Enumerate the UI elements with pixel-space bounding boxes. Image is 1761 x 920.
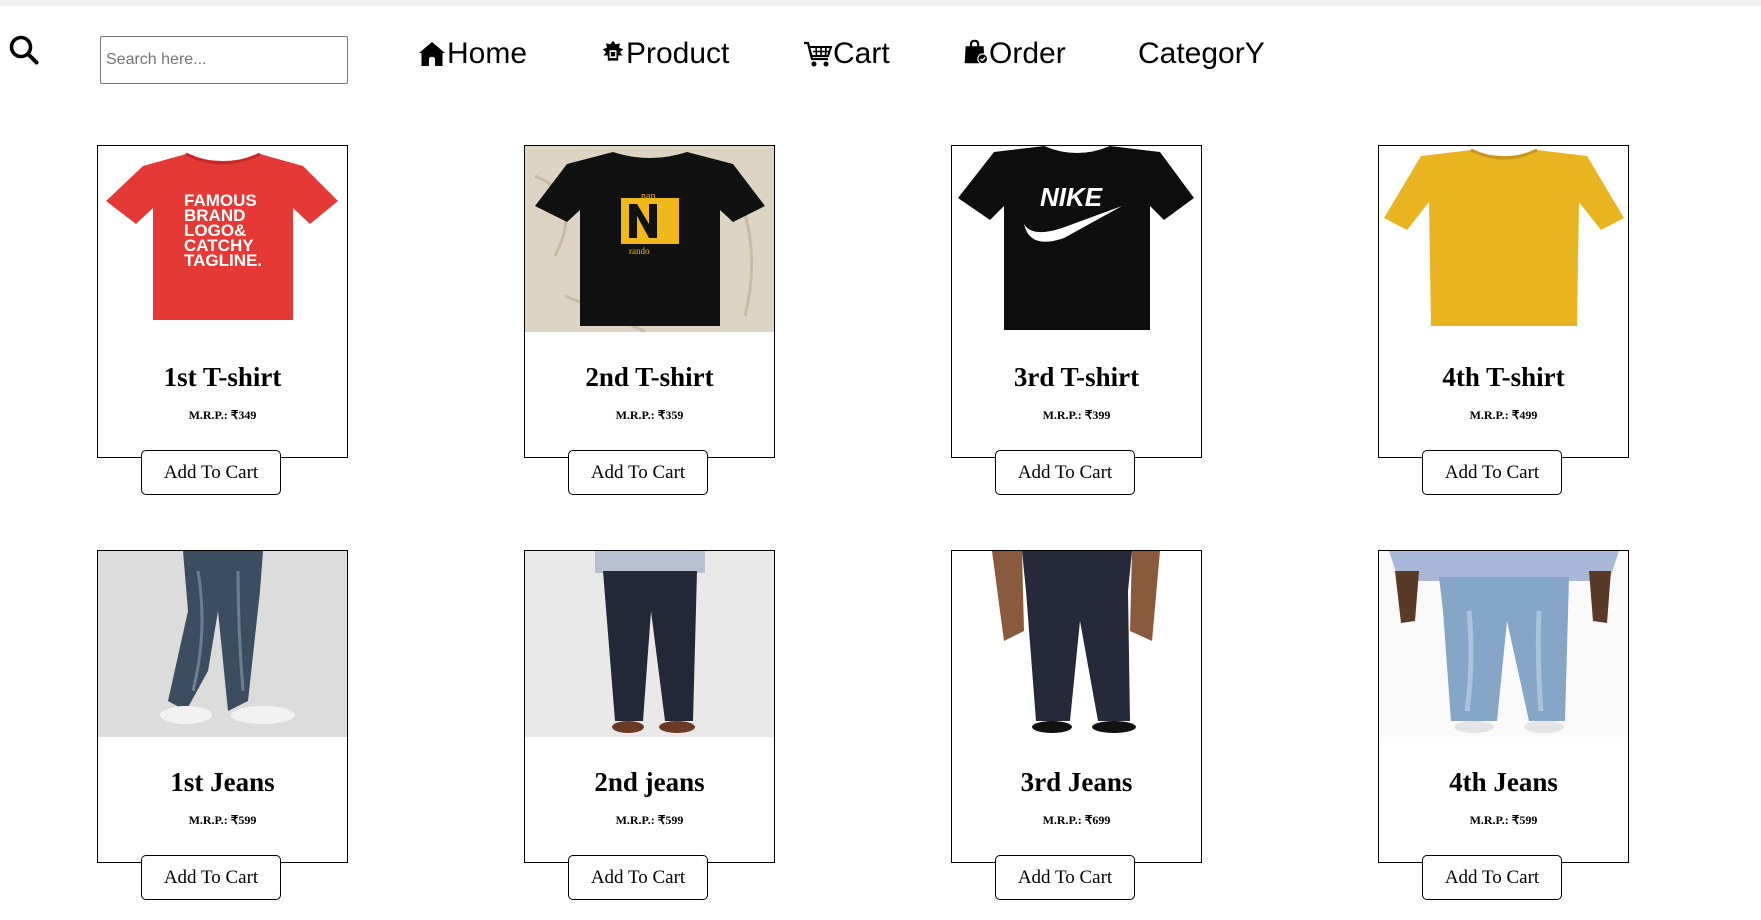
home-icon <box>417 39 447 69</box>
nav-cart-label: Cart <box>833 37 890 70</box>
brand-logo-text: NIKE <box>1040 182 1103 212</box>
add-to-cart-button[interactable]: Add To Cart <box>568 450 708 495</box>
nav-cart[interactable]: Cart <box>803 34 890 74</box>
product-image <box>98 551 347 737</box>
product-image <box>1379 146 1628 332</box>
product-card: FAMOUS BRAND LOGO& CATCHY TAGLINE. 1st T… <box>97 145 348 458</box>
product-icon <box>600 39 626 69</box>
product-image <box>1379 551 1628 737</box>
tshirt-print-line: TAGLINE. <box>184 251 262 270</box>
product-price: M.R.P.: ₹399 <box>1042 408 1111 422</box>
product-name: 3rd Jeans <box>1020 767 1133 797</box>
nav-home-label: Home <box>447 37 528 70</box>
add-to-cart-button[interactable]: Add To Cart <box>995 450 1135 495</box>
search-icon[interactable] <box>8 34 40 66</box>
cart-icon <box>803 39 833 69</box>
add-to-cart-button[interactable]: Add To Cart <box>568 855 708 900</box>
product-price: M.R.P.: ₹599 <box>615 813 684 827</box>
nav-product[interactable]: Product <box>600 34 729 74</box>
product-card: 4th Jeans M.R.P.: ₹599 <box>1378 550 1629 863</box>
product-card: 1st Jeans M.R.P.: ₹599 <box>97 550 348 863</box>
product-name: 4th Jeans <box>1449 767 1558 797</box>
product-card: 2nd jeans M.R.P.: ₹599 <box>524 550 775 863</box>
product-image: nan rando <box>525 146 774 332</box>
nav-product-label: Product <box>626 37 730 70</box>
nav-order-label: Order <box>989 37 1066 70</box>
nav-home[interactable]: Home <box>417 34 527 74</box>
product-image <box>525 551 774 737</box>
nav-category[interactable]: CategorY <box>1138 34 1265 74</box>
shopping-bag-icon <box>962 39 989 69</box>
product-name: 1st Jeans <box>170 767 275 797</box>
product-card: nan rando 2nd T-shirt M.R.P.: ₹359 <box>524 145 775 458</box>
product-name: 3rd T-shirt <box>1013 362 1140 392</box>
product-price: M.R.P.: ₹359 <box>615 408 684 422</box>
product-card: NIKE 3rd T-shirt M.R.P.: ₹399 <box>951 145 1202 458</box>
product-card: 3rd Jeans M.R.P.: ₹699 <box>951 550 1202 863</box>
product-price: M.R.P.: ₹699 <box>1042 813 1111 827</box>
product-price: M.R.P.: ₹499 <box>1469 408 1538 422</box>
nav-order[interactable]: Order <box>962 34 1066 74</box>
search-input[interactable] <box>100 36 348 84</box>
product-card: 4th T-shirt M.R.P.: ₹499 <box>1378 145 1629 458</box>
add-to-cart-button[interactable]: Add To Cart <box>995 855 1135 900</box>
product-image: NIKE <box>952 146 1201 332</box>
product-image: FAMOUS BRAND LOGO& CATCHY TAGLINE. <box>98 146 347 332</box>
logo-text-bottom: rando <box>629 246 650 256</box>
add-to-cart-button[interactable]: Add To Cart <box>141 450 281 495</box>
logo-text-top: nan <box>641 191 655 202</box>
product-name: 2nd jeans <box>594 767 705 797</box>
product-name: 4th T-shirt <box>1442 362 1565 392</box>
product-price: M.R.P.: ₹599 <box>188 813 257 827</box>
add-to-cart-button[interactable]: Add To Cart <box>141 855 281 900</box>
product-image <box>952 551 1201 737</box>
product-price: M.R.P.: ₹349 <box>188 408 257 422</box>
nav-category-label: CategorY <box>1138 37 1265 70</box>
header: Home Product Cart <box>0 0 1761 100</box>
add-to-cart-button[interactable]: Add To Cart <box>1422 450 1562 495</box>
product-name: 1st T-shirt <box>163 362 282 392</box>
add-to-cart-button[interactable]: Add To Cart <box>1422 855 1562 900</box>
product-price: M.R.P.: ₹599 <box>1469 813 1538 827</box>
product-name: 2nd T-shirt <box>585 362 714 392</box>
